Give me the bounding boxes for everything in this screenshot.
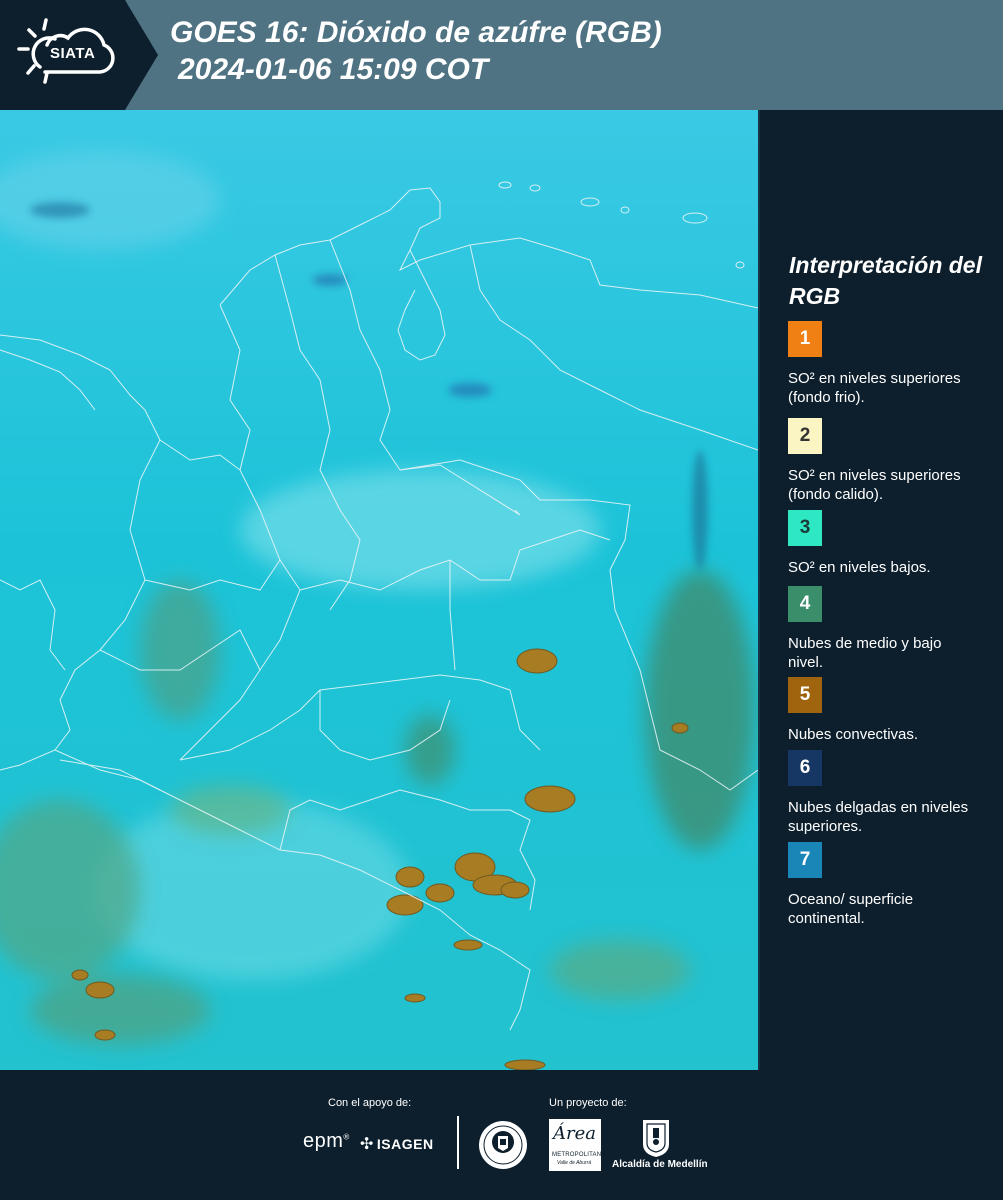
legend-panel: Interpretación del RGB 1 SO² en niveles … <box>760 110 1003 1070</box>
header-bar: SIATA GOES 16: Dióxido de azúfre (RGB) 2… <box>0 0 1003 110</box>
legend-item-3: 3 SO² en niveles bajos. <box>788 510 988 577</box>
page-timestamp: 2024-01-06 15:09 COT <box>178 53 489 86</box>
area-logo-word: Área <box>553 1123 596 1144</box>
epm-logo[interactable]: epm® <box>303 1130 350 1153</box>
footer: Con el apoyo de: Un proyecto de: epm® ✣ I… <box>0 1070 1003 1200</box>
page-title: GOES 16: Dióxido de azúfre (RGB) <box>170 16 662 49</box>
satellite-image <box>0 110 758 1070</box>
legend-swatch: 4 <box>788 586 822 622</box>
legend-label: SO² en niveles superiores (fondo frio). <box>788 370 961 406</box>
support-label: Con el apoyo de: <box>328 1097 412 1109</box>
isagen-mark-icon: ✣ <box>360 1136 374 1153</box>
legend-item-5: 5 Nubes convectivas. <box>788 677 988 744</box>
legend-label: SO² en niveles superiores (fondo calido)… <box>788 467 961 503</box>
legend-label: SO² en niveles bajos. <box>788 559 931 576</box>
legend-item-6: 6 Nubes delgadas en niveles superiores. <box>788 750 988 836</box>
legend-label: Oceano/ superficie continental. <box>788 891 914 927</box>
legend-item-2: 2 SO² en niveles superiores (fondo calid… <box>788 418 988 504</box>
alcaldia-text: Alcaldía de Medellín <box>612 1159 708 1170</box>
medellin-seal-icon[interactable] <box>478 1120 528 1170</box>
legend-swatch: 3 <box>788 510 822 546</box>
legend-label: Nubes delgadas en niveles superiores. <box>788 799 969 835</box>
siata-logo-text: SIATA <box>50 45 96 62</box>
legend-title: Interpretación del RGB <box>789 252 982 309</box>
area-logo-sub: METROPOLITANA <box>552 1152 606 1158</box>
legend-item-7: 7 Oceano/ superficie continental. <box>788 842 988 928</box>
legend-item-1: 1 SO² en niveles superiores (fondo frio)… <box>788 321 988 407</box>
legend-swatch: 5 <box>788 677 822 713</box>
legend-label: Nubes de medio y bajo nivel. <box>788 635 942 671</box>
isagen-logo[interactable]: ✣ ISAGEN <box>360 1134 434 1154</box>
siata-logo[interactable]: SIATA <box>0 0 158 110</box>
legend-swatch: 7 <box>788 842 822 878</box>
page-title-block: GOES 16: Dióxido de azúfre (RGB) 2024-01… <box>170 14 970 88</box>
isagen-logo-text: ISAGEN <box>376 1136 434 1152</box>
alcaldia-crest-icon[interactable] <box>640 1118 672 1158</box>
satellite-map[interactable] <box>0 110 758 1070</box>
area-metropolitana-logo[interactable]: Área METROPOLITANA Valle de Aburrá <box>549 1119 605 1171</box>
legend-swatch: 2 <box>788 418 822 454</box>
area-logo-sub2: Valle de Aburrá <box>557 1160 592 1166</box>
legend-label: Nubes convectivas. <box>788 726 919 743</box>
legend-item-4: 4 Nubes de medio y bajo nivel. <box>788 586 988 672</box>
epm-logo-text: epm <box>303 1130 344 1152</box>
legend-swatch: 1 <box>788 321 822 357</box>
project-label: Un proyecto de: <box>549 1097 627 1109</box>
legend-swatch: 6 <box>788 750 822 786</box>
footer-divider <box>457 1116 459 1169</box>
